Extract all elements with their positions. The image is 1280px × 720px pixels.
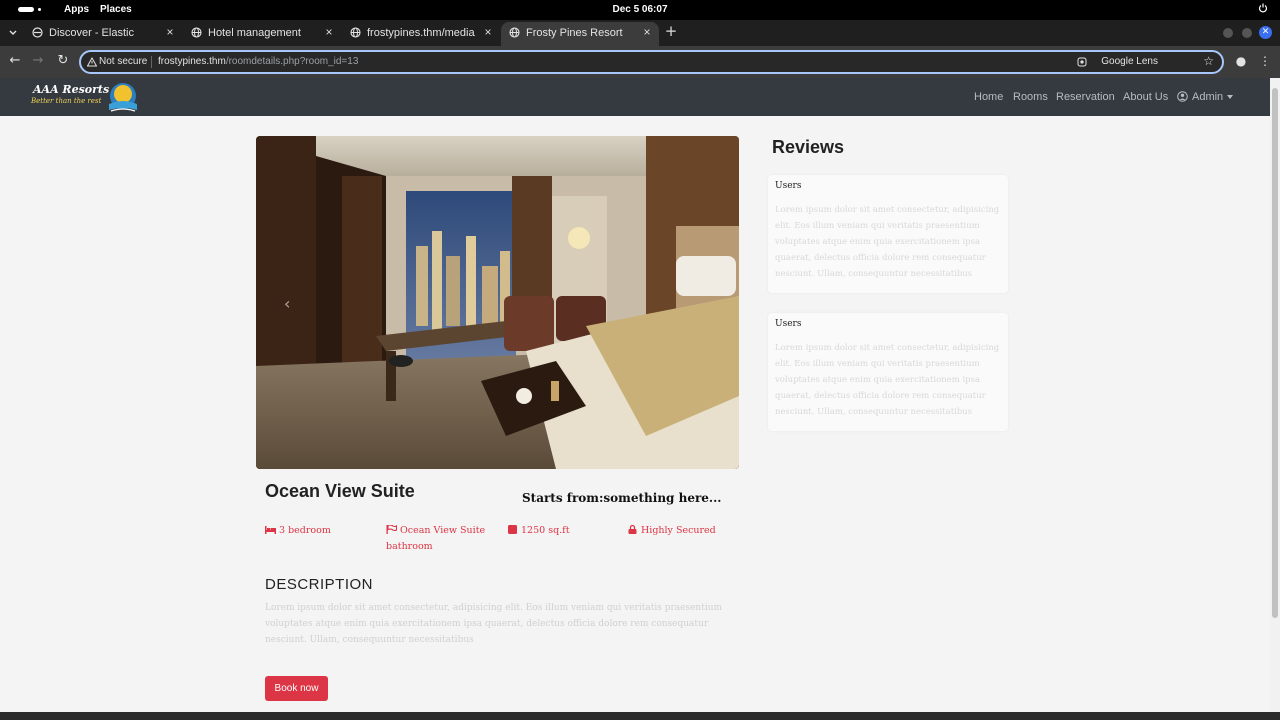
clock[interactable]: Dec 5 06:07 xyxy=(0,4,1280,15)
globe-icon xyxy=(509,27,520,38)
review-card: Users Lorem ipsum dolor sit amet consect… xyxy=(768,313,1008,431)
nav-reservation[interactable]: Reservation xyxy=(1056,91,1115,103)
system-top-bar: Apps Places Dec 5 06:07 xyxy=(0,0,1280,20)
bookmark-star-icon[interactable]: ☆ xyxy=(1203,54,1214,68)
description-text: Lorem ipsum dolor sit amet consectetur, … xyxy=(265,603,723,645)
room-price: Starts from:something here... xyxy=(522,491,722,505)
close-icon[interactable]: × xyxy=(482,26,494,38)
feature-label: 1250 sq.ft xyxy=(521,525,570,536)
lock-icon xyxy=(628,525,637,534)
tab-search-chevron-icon[interactable] xyxy=(6,26,20,40)
room-photo-carousel[interactable] xyxy=(256,136,739,469)
review-text: Lorem ipsum dolor sit amet consectetur, … xyxy=(775,205,1000,279)
profile-icon[interactable]: ● xyxy=(1234,54,1248,68)
review-user: Users xyxy=(775,181,802,191)
window-close-icon[interactable]: ✕ xyxy=(1259,26,1272,39)
back-arrow-icon[interactable]: ← xyxy=(8,54,22,68)
tab-title: frostypines.thm/media/i xyxy=(367,27,475,39)
site-logo[interactable]: AAA Resorts Better than the rest xyxy=(31,80,143,116)
reload-icon[interactable]: ↻ xyxy=(56,54,70,68)
new-tab-plus-icon[interactable]: + xyxy=(664,24,678,39)
feature-label: Ocean View Suite bathroom xyxy=(386,525,486,552)
logo-title: AAA Resorts xyxy=(33,83,110,96)
tab-frosty-pines-resort[interactable]: Frosty Pines Resort × xyxy=(501,22,659,46)
tab-title: Frosty Pines Resort xyxy=(526,27,623,39)
tab-frostypines-media[interactable]: frostypines.thm/media/i × xyxy=(342,22,500,46)
description-heading: DESCRIPTION xyxy=(265,576,374,593)
page-scrollbar[interactable] xyxy=(1270,78,1280,712)
nav-home[interactable]: Home xyxy=(974,91,1003,103)
globe-icon xyxy=(191,27,202,38)
more-menu-icon[interactable]: ⋮ xyxy=(1258,54,1272,68)
google-lens-button[interactable]: Google Lens xyxy=(1101,56,1158,67)
feature-view: Ocean View Suite bathroom xyxy=(386,523,498,555)
room-title: Ocean View Suite xyxy=(265,481,415,501)
close-icon[interactable]: × xyxy=(641,26,653,38)
logo-tagline: Better than the rest xyxy=(31,97,102,105)
address-bar[interactable]: Not secure frostypines.thm/roomdetails.p… xyxy=(79,50,1224,74)
nav-rooms[interactable]: Rooms xyxy=(1013,91,1048,103)
book-now-button[interactable]: Book now xyxy=(265,676,328,701)
room-photo xyxy=(256,136,739,469)
url-host: frostypines.thm xyxy=(158,56,226,67)
feature-bedrooms: 3 bedroom xyxy=(265,523,375,539)
scrollbar-thumb[interactable] xyxy=(1272,88,1278,618)
minimize-button[interactable] xyxy=(1223,28,1233,38)
tab-hotel-management[interactable]: Hotel management × xyxy=(183,22,341,46)
flag-icon xyxy=(386,525,397,534)
logo-sun-icon xyxy=(109,83,137,112)
maximize-button[interactable] xyxy=(1242,28,1252,38)
tab-title: Hotel management xyxy=(208,27,301,39)
browser-toolbar: ← → ↻ Not secure frostypines.thm/roomdet… xyxy=(0,46,1280,78)
feature-area: 1250 sq.ft xyxy=(507,523,617,539)
security-status[interactable]: Not secure xyxy=(99,56,147,67)
tab-discover-elastic[interactable]: Discover - Elastic × xyxy=(24,22,182,46)
chevron-down-icon[interactable] xyxy=(1227,95,1233,99)
google-lens-icon[interactable] xyxy=(1077,57,1087,67)
warning-triangle-icon[interactable] xyxy=(87,57,97,67)
close-icon[interactable]: × xyxy=(164,26,176,38)
bed-icon xyxy=(265,526,276,534)
omnibox-divider xyxy=(151,56,152,68)
user-circle-icon[interactable] xyxy=(1177,91,1188,102)
feature-security: Highly Secured xyxy=(627,523,727,539)
nav-about-us[interactable]: About Us xyxy=(1123,91,1168,103)
square-icon xyxy=(508,525,517,534)
reviews-heading: Reviews xyxy=(772,137,845,157)
bottom-edge xyxy=(0,712,1280,720)
url-text[interactable]: frostypines.thm/roomdetails.php?room_id=… xyxy=(158,56,358,67)
carousel-prev-icon[interactable]: ‹ xyxy=(284,294,290,313)
review-text: Lorem ipsum dolor sit amet consectetur, … xyxy=(775,343,1000,417)
url-path: /roomdetails.php?room_id=13 xyxy=(225,56,359,67)
feature-label: Highly Secured xyxy=(641,525,716,536)
review-card: Users Lorem ipsum dolor sit amet consect… xyxy=(768,175,1008,293)
nav-admin-dropdown[interactable]: Admin xyxy=(1192,91,1223,103)
browser-tab-strip: Discover - Elastic × Hotel management × … xyxy=(0,20,1280,46)
tab-title: Discover - Elastic xyxy=(49,27,134,39)
elastic-icon xyxy=(32,27,43,38)
globe-icon xyxy=(350,27,361,38)
forward-arrow-icon[interactable]: → xyxy=(31,54,45,68)
close-icon[interactable]: × xyxy=(323,26,335,38)
feature-label: 3 bedroom xyxy=(279,525,331,536)
power-icon[interactable] xyxy=(1258,3,1268,13)
review-user: Users xyxy=(775,319,802,329)
